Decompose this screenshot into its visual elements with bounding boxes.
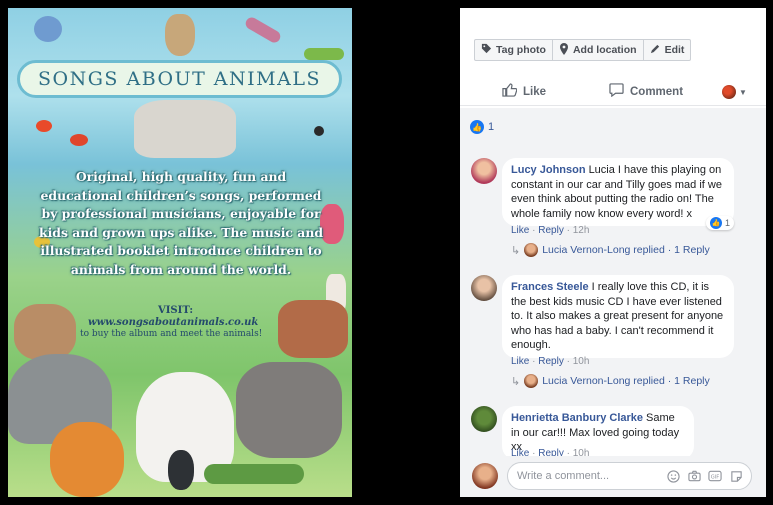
comment-composer: Write a comment... GIF	[460, 456, 766, 497]
current-user-avatar	[472, 463, 498, 489]
gif-icon[interactable]: GIF	[708, 469, 722, 483]
comment-reaction-count[interactable]: 👍 1	[706, 216, 735, 230]
reply-arrow-icon: ↳	[511, 375, 521, 388]
avatar[interactable]	[471, 158, 497, 184]
like-label: Like	[523, 85, 547, 98]
commenter-name[interactable]: Lucy Johnson	[511, 164, 586, 176]
camera-icon[interactable]	[687, 469, 701, 483]
comment-time: 12h	[572, 225, 590, 236]
album-description: Original, high quality, fun and educatio…	[39, 169, 323, 277]
reaction-count-label: 1	[725, 218, 731, 228]
page-avatar	[722, 85, 736, 99]
comments-list: Lucy Johnson Lucia I have this playing on…	[460, 146, 766, 497]
crab-illustration	[70, 134, 88, 146]
comment-reply-link[interactable]: Reply	[538, 225, 564, 236]
comment-bubble: Lucy Johnson Lucia I have this playing on…	[502, 158, 734, 226]
reply-thread-link[interactable]: ↳ Lucia Vernon-Long replied · 1 Reply	[511, 374, 710, 388]
like-reaction-icon: 👍	[710, 217, 722, 229]
avatar[interactable]	[471, 406, 497, 432]
photo-toolbar: Tag photo Add location Edit	[474, 39, 692, 61]
add-location-button[interactable]: Add location	[552, 39, 644, 61]
reply-summary: Lucia Vernon-Long replied · 1 Reply	[542, 244, 710, 256]
tag-photo-label: Tag photo	[496, 44, 546, 56]
comment-reply-link[interactable]: Reply	[538, 356, 564, 367]
location-pin-icon	[559, 42, 569, 58]
owl-illustration	[165, 14, 195, 56]
post-side-panel: Tag photo Add location Edit Like Comment…	[460, 8, 766, 497]
comment-label: Comment	[630, 85, 684, 98]
add-location-label: Add location	[572, 44, 637, 56]
tag-icon	[481, 43, 492, 57]
tag-photo-button[interactable]: Tag photo	[474, 39, 553, 61]
thumbs-up-icon	[502, 83, 518, 100]
horse-illustration	[278, 300, 348, 358]
post-as-selector[interactable]: ▼	[722, 85, 747, 99]
comment-like-link[interactable]: Like	[511, 225, 529, 236]
penguin-illustration	[168, 450, 194, 490]
reply-summary: Lucia Vernon-Long replied · 1 Reply	[542, 375, 710, 387]
crocodile-illustration	[204, 464, 304, 484]
photo-viewer-backdrop	[352, 0, 460, 505]
dragonfly-illustration	[243, 15, 283, 45]
comment-meta: Like · Reply · 12h	[511, 225, 590, 236]
post-photo[interactable]: SONGS ABOUT ANIMALS Original, high quali…	[8, 8, 352, 497]
emoji-icon[interactable]	[666, 469, 680, 483]
edit-label: Edit	[664, 44, 685, 56]
bird-illustration	[34, 16, 62, 42]
chevron-down-icon: ▼	[739, 87, 747, 97]
svg-text:GIF: GIF	[711, 474, 719, 480]
comment-input-placeholder: Write a comment...	[517, 470, 610, 482]
comment-button[interactable]: Comment	[609, 83, 683, 100]
tiger-illustration	[50, 422, 124, 497]
reaction-count: 1	[488, 121, 495, 133]
album-tagline: to buy the album and meet the animals!	[80, 329, 263, 339]
comment-meta: Like · Reply · 10h	[511, 356, 590, 367]
composer-icons: GIF	[666, 469, 743, 483]
spider-illustration	[314, 126, 324, 136]
bears-illustration	[14, 304, 76, 360]
visit-label: VISIT:	[158, 305, 194, 316]
badger-illustration	[134, 100, 236, 158]
avatar[interactable]	[471, 275, 497, 301]
donkey-illustration	[236, 362, 342, 458]
post-actions-bar: Like Comment ▼	[460, 78, 766, 106]
commenter-name[interactable]: Frances Steele	[511, 281, 589, 293]
website-url: www.songsaboutanimals.co.uk	[88, 317, 259, 328]
comment-bubble: Frances Steele I really love this CD, it …	[502, 275, 734, 358]
comment-like-link[interactable]: Like	[511, 356, 529, 367]
edit-button[interactable]: Edit	[643, 39, 692, 61]
pencil-icon	[650, 43, 661, 57]
ladybird-illustration	[36, 120, 52, 132]
caterpillar-illustration	[304, 48, 344, 60]
commenter-name[interactable]: Henrietta Banbury Clarke	[511, 412, 643, 424]
album-title: SONGS ABOUT ANIMALS	[17, 60, 342, 98]
comment-bubble-icon	[609, 83, 624, 100]
reply-thread-link[interactable]: ↳ Lucia Vernon-Long replied · 1 Reply	[511, 243, 710, 257]
reply-arrow-icon: ↳	[511, 244, 521, 257]
reactions-summary[interactable]: 👍 1	[460, 108, 766, 146]
sticker-icon[interactable]	[729, 469, 743, 483]
like-button[interactable]: Like	[502, 83, 546, 100]
reply-avatar	[524, 374, 539, 388]
comment-time: 10h	[572, 356, 590, 367]
reply-avatar	[524, 243, 539, 257]
like-reaction-icon: 👍	[470, 120, 484, 134]
comment-input[interactable]: Write a comment... GIF	[507, 462, 752, 490]
